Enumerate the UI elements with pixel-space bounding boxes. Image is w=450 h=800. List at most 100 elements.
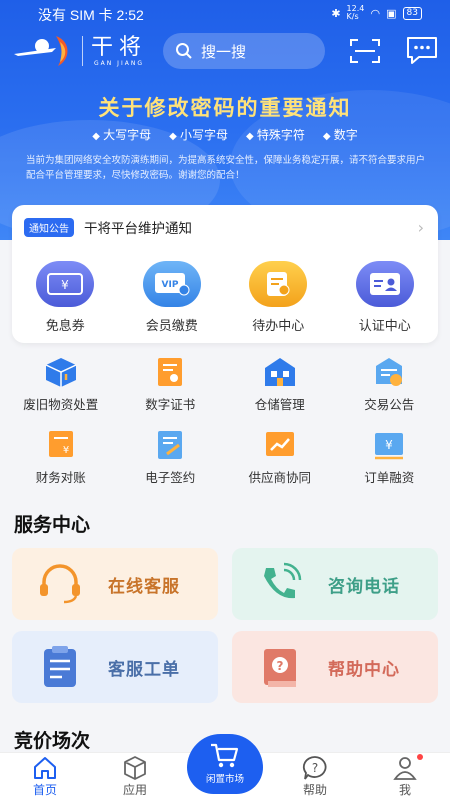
todo-icon [249,261,308,307]
svg-text:?: ? [312,761,318,775]
todo-center-button[interactable]: 待办中心 [233,261,323,334]
svg-text:VIP: VIP [161,280,178,290]
auth-center-button[interactable]: 认证中心 [340,261,430,334]
tab-label: 应用 [122,783,147,797]
tag-special-chars: 特殊字符 [246,126,305,143]
scrap-disposal-button[interactable]: 废旧物资处置 [9,356,113,413]
service-label: 帮助中心 [328,660,400,680]
tag-uppercase: 大写字母 [92,126,151,143]
help-book-icon: ? [264,649,296,687]
id-card-icon [355,261,414,307]
grid-item-label: 数字证书 [145,397,196,412]
main-icon-label: 待办中心 [252,319,305,334]
app-grid: 废旧物资处置 数字证书 仓储管理 交易公告 ¥ 财务对账 电子签约 供应商协同 … [0,356,450,502]
user-icon [393,757,417,780]
help-center-button[interactable]: ? 帮助中心 [232,631,438,703]
notice-title: 关于修改密码的重要通知 [98,96,352,120]
supplier-collab-button[interactable]: 供应商协同 [228,429,332,486]
announcement-bar[interactable]: 通知公告 干将平台维护通知 › [24,216,424,238]
notification-dot [417,754,423,760]
grid-item-label: 订单融资 [364,470,415,485]
financing-icon: ¥ [375,433,404,460]
warehouse-icon [264,358,295,386]
logo-divider [82,36,83,66]
network-speed: 12.4 K/s [346,4,365,21]
vip-card-icon: VIP [142,261,201,307]
scan-icon[interactable] [349,38,381,64]
e-sign-button[interactable]: 电子签约 [118,429,222,486]
app-grid-row: 废旧物资处置 数字证书 仓储管理 交易公告 [0,356,450,413]
status-icons: ✱ 12.4 K/s ◠ ▣ 83 [331,5,422,21]
consult-phone-button[interactable]: 咨询电话 [232,548,438,620]
main-icon-label: 免息券 [45,319,85,334]
tab-idle-market[interactable]: 闲置市场 [187,734,263,794]
logo-icon [14,36,68,66]
main-icon-label: 会员缴费 [145,319,198,334]
battery-icon: 83 [402,6,422,20]
grid-item-label: 电子签约 [145,470,196,485]
tag-digits: 数字 [323,126,358,143]
service-label: 咨询电话 [328,577,400,597]
tag-lowercase: 小写字母 [169,126,228,143]
status-carrier-time: 没有 SIM 卡 2:52 [38,7,144,23]
announcement-text: 干将平台维护通知 [84,221,192,237]
app-grid-row: ¥ 财务对账 电子签约 供应商协同 ¥ 订单融资 [0,429,450,486]
home-icon [34,757,56,779]
service-label: 在线客服 [108,577,180,597]
grid-item-label: 供应商协同 [248,470,311,485]
search-placeholder: 搜一搜 [201,42,247,61]
trade-announcement-button[interactable]: 交易公告 [337,356,441,413]
headset-icon [40,564,80,604]
notice-body: 当前为集团网络安全攻防演练期间，为提高系统安全性，保障业务稳定开展，请不符合要求… [26,155,426,181]
coupon-icon: ¥ [36,261,95,307]
coupon-button[interactable]: ¥ 免息券 [20,261,110,334]
password-rule-tags: 大写字母 小写字母 特殊字符 数字 [0,126,450,143]
logo-subtext: GAN JIANG [94,59,144,67]
vip-fee-button[interactable]: VIP 会员缴费 [127,261,217,334]
app-logo: 干将 GAN JIANG [12,34,147,68]
top-nav: 干将 GAN JIANG 搜一搜 [0,30,450,74]
search-icon [176,43,192,59]
grid-item-label: 仓储管理 [254,397,305,412]
finance-icon: ¥ [48,431,73,457]
grid-item-label: 废旧物资处置 [23,397,99,412]
order-financing-button[interactable]: ¥ 订单融资 [337,429,441,486]
chart-icon [265,432,294,456]
status-bar: 没有 SIM 卡 2:52 ✱ 12.4 K/s ◠ ▣ 83 [0,0,450,28]
tab-label: 帮助 [302,783,327,797]
logo-text: 干将 [91,34,148,60]
message-icon[interactable] [405,35,439,65]
alert-icon: ▣ [386,6,397,20]
bluetooth-icon: ✱ [331,6,341,20]
tab-label: 首页 [32,783,57,797]
digital-cert-button[interactable]: 数字证书 [118,356,222,413]
grid-item-label: 交易公告 [364,397,415,412]
service-ticket-button[interactable]: 客服工单 [12,631,218,703]
help-chat-icon: ? [302,756,327,780]
phone-icon [264,562,302,599]
cube-icon [124,756,146,780]
wifi-icon: ◠ [370,6,381,20]
service-center-title: 服务中心 [14,514,91,536]
finance-reconcile-button[interactable]: ¥ 财务对账 [9,429,113,486]
main-icons: ¥ 免息券 VIP 会员缴费 待办中心 认证中心 [12,261,438,334]
tab-me[interactable]: 我 [375,755,435,798]
tab-home[interactable]: 首页 [15,755,75,798]
announcement-icon [376,358,403,386]
esign-icon [158,431,183,459]
certificate-icon [158,358,183,386]
tab-label: 闲置市场 [205,774,244,785]
logo-name: 干将 GAN JIANG [91,34,148,67]
tab-apps[interactable]: 应用 [105,755,165,798]
online-service-button[interactable]: 在线客服 [12,548,218,620]
grid-item-label: 财务对账 [35,470,86,485]
search-bar[interactable]: 搜一搜 [163,33,325,69]
tab-help[interactable]: ? 帮助 [285,755,345,798]
announcement-badge: 通知公告 [24,217,74,237]
cart-icon [211,743,239,768]
svg-text:¥: ¥ [61,278,69,292]
main-icon-label: 认证中心 [358,319,411,334]
warehouse-button[interactable]: 仓储管理 [228,356,332,413]
svg-text:?: ? [277,659,284,673]
svg-text:¥: ¥ [63,445,69,456]
